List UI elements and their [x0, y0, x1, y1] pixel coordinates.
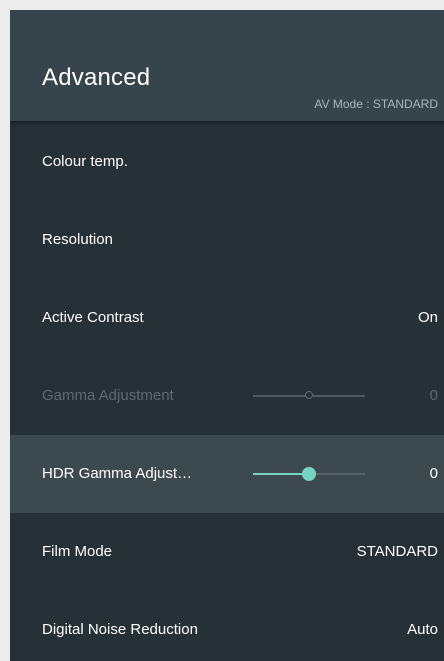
menu-item-hdr-gamma-adjust[interactable]: HDR Gamma Adjust… 0	[10, 435, 444, 513]
settings-list: Colour temp. Resolution Active Contrast …	[10, 123, 444, 661]
menu-item-label: Colour temp.	[42, 153, 128, 170]
av-mode-label: AV Mode : STANDARD	[314, 97, 438, 111]
slider-fill	[253, 473, 309, 475]
menu-item-value: 0	[429, 387, 438, 404]
menu-item-label: Resolution	[42, 231, 113, 248]
menu-item-label: Active Contrast	[42, 309, 144, 326]
menu-item-value: On	[417, 309, 438, 326]
slider-knob	[305, 391, 313, 399]
slider-knob[interactable]	[302, 467, 316, 481]
menu-item-film-mode[interactable]: Film Mode STANDARD	[10, 513, 444, 591]
menu-item-colour-temp[interactable]: Colour temp.	[10, 123, 444, 201]
menu-item-label: HDR Gamma Adjust…	[42, 465, 193, 482]
gamma-adjustment-slider	[253, 391, 365, 399]
menu-item-label: Gamma Adjustment	[42, 387, 174, 404]
menu-item-digital-noise-reduction[interactable]: Digital Noise Reduction Auto	[10, 591, 444, 661]
header: Advanced AV Mode : STANDARD	[10, 10, 444, 121]
menu-item-label: Film Mode	[42, 543, 113, 560]
advanced-settings-panel: Advanced AV Mode : STANDARD Colour temp.…	[10, 10, 444, 661]
menu-item-resolution[interactable]: Resolution	[10, 201, 444, 279]
page-title: Advanced	[42, 64, 151, 91]
menu-item-active-contrast[interactable]: Active Contrast On	[10, 279, 444, 357]
menu-item-value: Auto	[407, 621, 438, 638]
menu-item-label: Digital Noise Reduction	[42, 621, 198, 638]
menu-item-value: STANDARD	[356, 543, 438, 560]
hdr-gamma-adjust-slider[interactable]	[253, 467, 365, 481]
menu-item-gamma-adjustment: Gamma Adjustment 0	[10, 357, 444, 435]
menu-item-value: 0	[429, 465, 438, 482]
